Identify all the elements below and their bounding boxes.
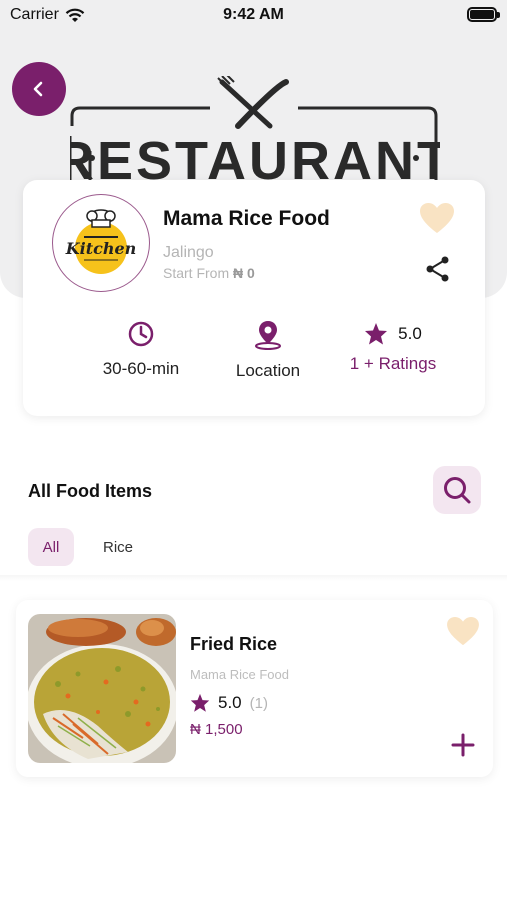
- delivery-time: 30-60-min: [101, 320, 181, 379]
- filter-chip-rice[interactable]: Rice: [95, 528, 141, 566]
- food-rating-value: 5.0: [218, 693, 242, 712]
- section-divider: [0, 575, 507, 581]
- star-icon: [190, 693, 210, 712]
- ratings-count-label: 1 + Ratings: [349, 354, 437, 373]
- share-icon: [426, 256, 449, 282]
- favorite-button[interactable]: [419, 202, 455, 239]
- star-icon: [365, 323, 388, 345]
- start-from: Start From ₦ 0: [163, 265, 255, 281]
- chevron-left-icon: [33, 81, 43, 97]
- heart-icon: [447, 616, 479, 646]
- restaurant-avatar: Kitchen: [52, 194, 150, 292]
- food-restaurant: Mama Rice Food: [190, 667, 289, 682]
- battery-icon: [467, 7, 500, 22]
- kitchen-logo-text: Kitchen: [65, 239, 137, 258]
- add-to-cart-button[interactable]: [448, 730, 478, 765]
- restaurant-name: Mama Rice Food: [163, 207, 330, 230]
- food-price: ₦ 1,500: [190, 721, 243, 738]
- ratings-link[interactable]: 5.0 1 + Ratings: [343, 320, 443, 374]
- plus-icon: [451, 733, 475, 757]
- clock-icon: [128, 321, 154, 347]
- food-favorite-button[interactable]: [446, 616, 480, 651]
- food-rating-count: (1): [249, 694, 268, 712]
- back-button[interactable]: [12, 62, 66, 116]
- status-time: 9:42 AM: [223, 6, 284, 23]
- search-icon: [444, 477, 471, 504]
- location-label: Location: [235, 361, 301, 380]
- kitchen-logo: Kitchen: [65, 209, 137, 274]
- search-button[interactable]: [433, 466, 481, 514]
- section-title: All Food Items: [28, 481, 153, 501]
- location-link[interactable]: Location: [228, 320, 308, 381]
- map-pin-icon: [255, 321, 281, 350]
- heart-icon: [420, 203, 454, 233]
- food-item-card[interactable]: Fried Rice Mama Rice Food 5.0 (1) ₦ 1,50…: [16, 600, 493, 777]
- restaurant-info-card: Kitchen Mama Rice Food Jalingo Start Fro…: [23, 180, 485, 416]
- rating-value: 5.0: [398, 324, 422, 343]
- food-image: [28, 614, 176, 763]
- start-from-price: ₦ 0: [233, 265, 255, 281]
- food-name: Fried Rice: [190, 634, 278, 654]
- start-from-label: Start From: [163, 265, 230, 281]
- restaurant-city: Jalingo: [163, 244, 214, 261]
- delivery-time-label: 30-60-min: [102, 359, 180, 378]
- filter-chip-all[interactable]: All: [28, 528, 74, 566]
- status-bar: Carrier 9:42 AM: [0, 0, 507, 32]
- food-rating: 5.0 (1): [190, 693, 268, 713]
- share-button[interactable]: [425, 255, 451, 288]
